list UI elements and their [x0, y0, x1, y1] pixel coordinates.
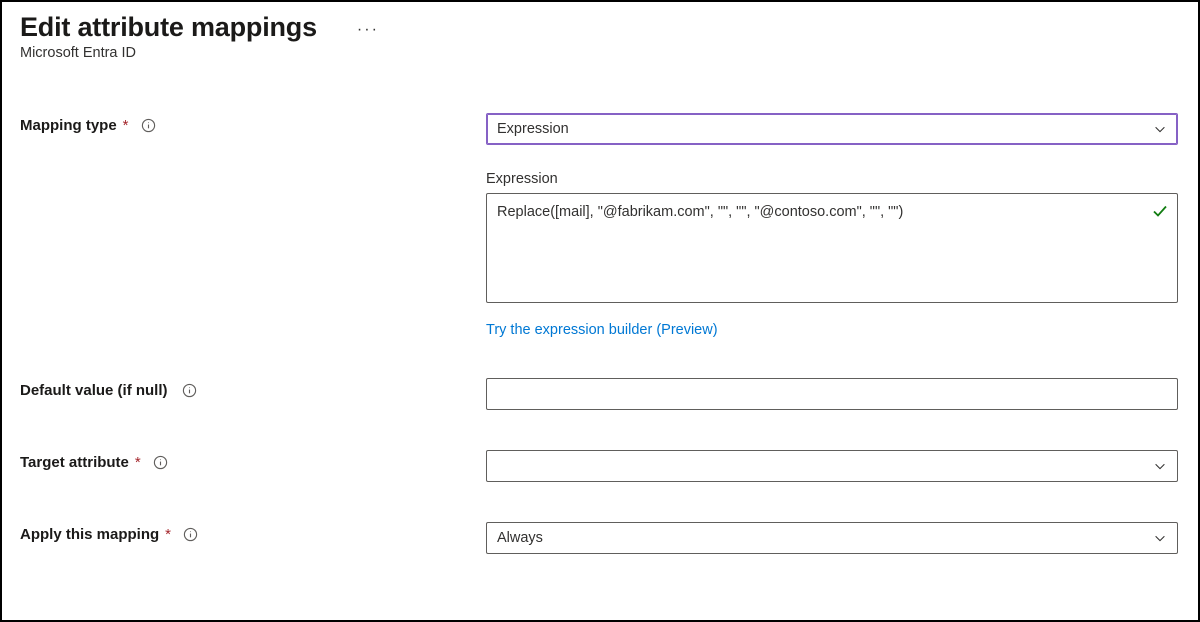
info-icon[interactable]: [153, 455, 168, 470]
apply-mapping-value: Always: [497, 530, 543, 546]
info-icon[interactable]: [183, 527, 198, 542]
mapping-type-select[interactable]: Expression: [486, 113, 1178, 145]
apply-mapping-label: Apply this mapping: [20, 526, 159, 543]
default-value-input[interactable]: [486, 378, 1178, 410]
required-indicator: *: [123, 117, 129, 134]
more-actions-button[interactable]: ···: [349, 17, 387, 43]
mapping-type-value: Expression: [497, 121, 569, 137]
default-value-label: Default value (if null): [20, 382, 168, 399]
chevron-down-icon: [1153, 459, 1167, 473]
required-indicator: *: [135, 454, 141, 471]
apply-mapping-select[interactable]: Always: [486, 522, 1178, 554]
page-title: Edit attribute mappings: [20, 12, 317, 43]
check-icon: [1152, 203, 1168, 219]
expression-builder-link[interactable]: Try the expression builder (Preview): [486, 322, 718, 338]
target-attribute-select[interactable]: [486, 450, 1178, 482]
chevron-down-icon: [1153, 531, 1167, 545]
target-attribute-label: Target attribute: [20, 454, 129, 471]
mapping-type-label: Mapping type: [20, 117, 117, 134]
info-icon[interactable]: [182, 383, 197, 398]
chevron-down-icon: [1153, 122, 1167, 136]
info-icon[interactable]: [141, 118, 156, 133]
required-indicator: *: [165, 526, 171, 543]
expression-label: Expression: [486, 171, 1178, 187]
expression-textarea[interactable]: [486, 193, 1178, 303]
page-subtitle: Microsoft Entra ID: [20, 45, 1180, 61]
